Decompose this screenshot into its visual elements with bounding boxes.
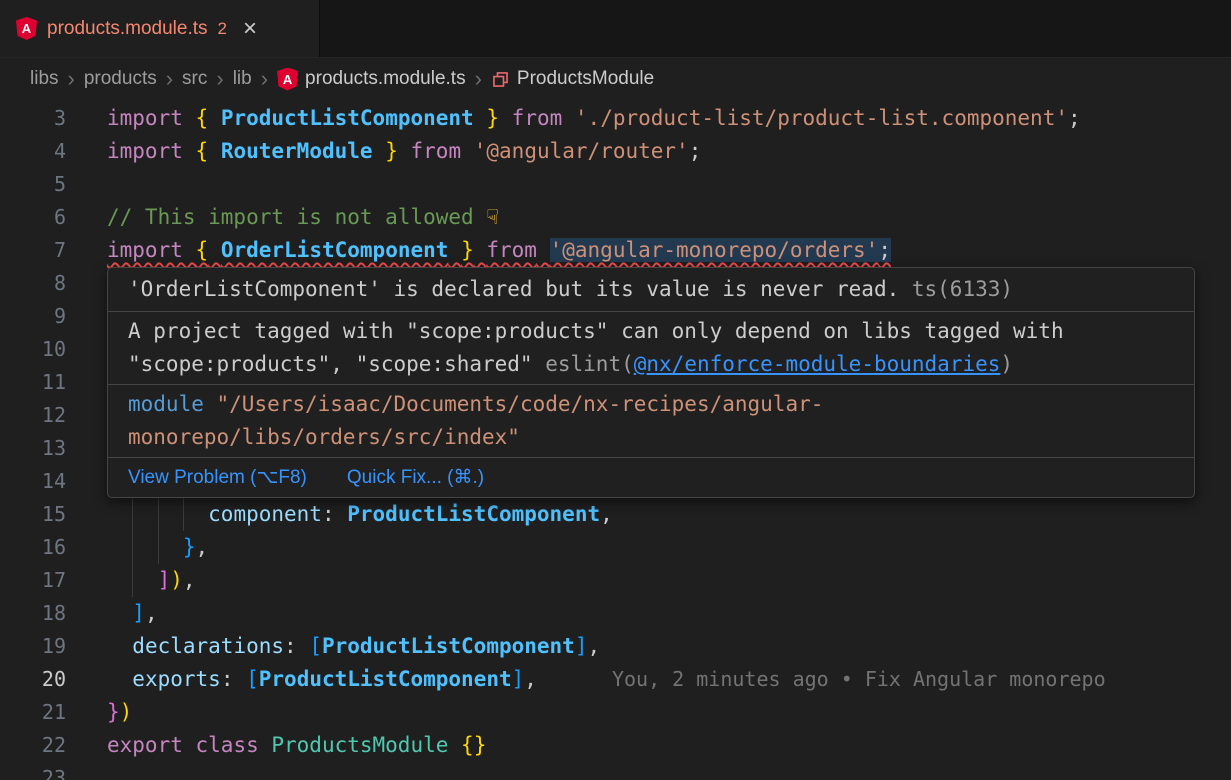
- code-text: import { RouterModule } from '@angular/r…: [66, 135, 1231, 168]
- breadcrumb-label: src: [182, 68, 207, 90]
- code-text: ]),: [66, 564, 1231, 597]
- breadcrumb-separator-icon: ›: [68, 68, 75, 90]
- line-number[interactable]: 18: [0, 597, 66, 630]
- code-text: }): [66, 696, 1231, 729]
- code-line-16[interactable]: 16 },: [0, 531, 1231, 564]
- code-line-18[interactable]: 18 ],: [0, 597, 1231, 630]
- line-number[interactable]: 15: [0, 498, 66, 531]
- angular-icon: A: [277, 68, 298, 91]
- line-number[interactable]: 9: [0, 300, 66, 333]
- code-line-3[interactable]: 3import { ProductListComponent } from '.…: [0, 102, 1231, 135]
- code-text: component: ProductListComponent,: [66, 498, 1231, 531]
- indent-guide: [132, 498, 133, 531]
- code-line-23[interactable]: 23: [0, 762, 1231, 780]
- line-number[interactable]: 16: [0, 531, 66, 564]
- line-number[interactable]: 10: [0, 333, 66, 366]
- hover-message-ts: 'OrderListComponent' is declared but its…: [108, 268, 1194, 311]
- line-number[interactable]: 11: [0, 366, 66, 399]
- line-number[interactable]: 22: [0, 729, 66, 762]
- breadcrumb-separator-icon: ›: [216, 68, 223, 90]
- breadcrumb-separator-icon: ›: [475, 68, 482, 90]
- breadcrumb-label: libs: [30, 68, 59, 90]
- line-number[interactable]: 4: [0, 135, 66, 168]
- indent-guide: [158, 531, 159, 564]
- code-text: [66, 762, 1231, 780]
- line-number[interactable]: 23: [0, 762, 66, 780]
- editor: 3import { ProductListComponent } from '.…: [0, 100, 1231, 780]
- hover-message-eslint: A project tagged with "scope:products" c…: [108, 311, 1194, 384]
- breadcrumb-label: lib: [233, 68, 252, 90]
- hover-actions: View Problem (⌥F8) Quick Fix... (⌘.): [108, 457, 1194, 497]
- view-problem-action[interactable]: View Problem (⌥F8): [128, 461, 307, 494]
- code-text: ],: [66, 597, 1231, 630]
- class-symbol-icon: [491, 70, 510, 89]
- indent-guide: [158, 498, 159, 531]
- code-line-22[interactable]: 22export class ProductsModule {}: [0, 729, 1231, 762]
- quick-fix-action[interactable]: Quick Fix... (⌘.): [347, 461, 484, 494]
- indent-guide: [132, 564, 133, 597]
- breadcrumb-item-libs[interactable]: libs: [30, 68, 59, 90]
- code-line-5[interactable]: 5: [0, 168, 1231, 201]
- line-number[interactable]: 12: [0, 399, 66, 432]
- indent-guide: [183, 498, 184, 531]
- angular-file-icon: A: [16, 17, 37, 40]
- line-number[interactable]: 21: [0, 696, 66, 729]
- breadcrumb-item-products[interactable]: products: [84, 68, 157, 90]
- code-line-17[interactable]: 17 ]),: [0, 564, 1231, 597]
- breadcrumb-separator-icon: ›: [261, 68, 268, 90]
- code-line-7[interactable]: 7import { OrderListComponent } from '@an…: [0, 234, 1231, 267]
- code-line-15[interactable]: 15 component: ProductListComponent,: [0, 498, 1231, 531]
- code-text: import { ProductListComponent } from './…: [66, 102, 1231, 135]
- hover-rows: 'OrderListComponent' is declared but its…: [108, 268, 1194, 457]
- breadcrumb-item-src[interactable]: src: [182, 68, 207, 90]
- hover-popup: 'OrderListComponent' is declared but its…: [107, 267, 1195, 498]
- tab-products-module[interactable]: A products.module.ts 2 ×: [0, 0, 320, 57]
- breadcrumb-label: products: [84, 68, 157, 90]
- tab-problems-badge: 2: [218, 19, 227, 39]
- line-number[interactable]: 8: [0, 267, 66, 300]
- code-text: exports: [ProductListComponent],You, 2 m…: [66, 663, 1231, 696]
- line-number[interactable]: 20: [0, 663, 66, 696]
- breadcrumb-item-productsmodule[interactable]: ProductsModule: [491, 68, 654, 90]
- breadcrumb-item-lib[interactable]: lib: [233, 68, 252, 90]
- line-number[interactable]: 13: [0, 432, 66, 465]
- code-text: import { OrderListComponent } from '@ang…: [66, 234, 1231, 267]
- breadcrumb: libs › products › src › lib › Aproducts.module.t…: [0, 58, 1231, 100]
- eslint-rule-link[interactable]: @nx/enforce-module-boundaries: [634, 352, 1001, 376]
- breadcrumb-label: products.module.ts: [305, 68, 466, 90]
- indent-guide: [132, 531, 133, 564]
- code-line-20[interactable]: 20 exports: [ProductListComponent],You, …: [0, 663, 1231, 696]
- line-number[interactable]: 14: [0, 465, 66, 498]
- line-number[interactable]: 19: [0, 630, 66, 663]
- code-text: declarations: [ProductListComponent],: [66, 630, 1231, 663]
- line-number[interactable]: 17: [0, 564, 66, 597]
- line-number[interactable]: 5: [0, 168, 66, 201]
- code-line-6[interactable]: 6// This import is not allowed ☟: [0, 201, 1231, 234]
- code-line-19[interactable]: 19 declarations: [ProductListComponent],: [0, 630, 1231, 663]
- breadcrumb-label: ProductsModule: [517, 68, 654, 90]
- breadcrumb-item-products.module.ts[interactable]: Aproducts.module.ts: [277, 68, 466, 91]
- code-text: [66, 168, 1231, 201]
- code-text: },: [66, 531, 1231, 564]
- code-line-4[interactable]: 4import { RouterModule } from '@angular/…: [0, 135, 1231, 168]
- git-blame-annotation: You, 2 minutes ago • Fix Angular monorep…: [612, 667, 1106, 691]
- close-tab-icon[interactable]: ×: [243, 17, 257, 41]
- line-number[interactable]: 7: [0, 234, 66, 267]
- tab-bar: A products.module.ts 2 ×: [0, 0, 1231, 58]
- line-number[interactable]: 3: [0, 102, 66, 135]
- code-text: export class ProductsModule {}: [66, 729, 1231, 762]
- code-line-21[interactable]: 21}): [0, 696, 1231, 729]
- code-text: // This import is not allowed ☟: [66, 201, 1231, 234]
- breadcrumb-separator-icon: ›: [166, 68, 173, 90]
- tab-title: products.module.ts: [47, 18, 208, 40]
- line-number[interactable]: 6: [0, 201, 66, 234]
- hover-message-module: module "/Users/isaac/Documents/code/nx-r…: [108, 384, 1194, 457]
